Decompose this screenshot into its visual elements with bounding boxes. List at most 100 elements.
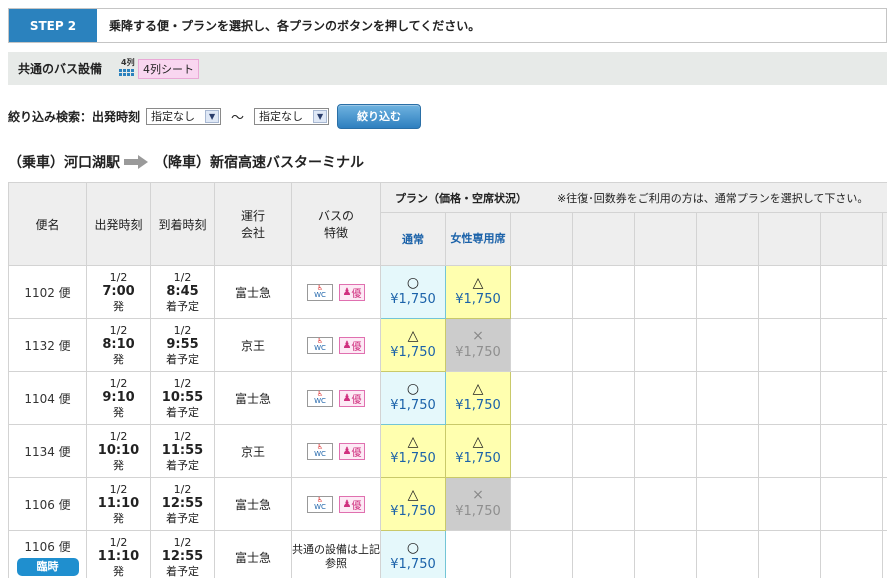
date: 1/2 (109, 483, 128, 496)
plan-normal-button[interactable]: △ ¥1,750 (380, 424, 446, 478)
time: 12:55 (161, 549, 204, 564)
table-row: 1104 便 1/2 9:10 発 1/2 10:55 着予定 富士急 ♿ WC ♟ 優 ○ ¥1,750… (8, 371, 887, 425)
availability-mark: △ (472, 434, 484, 450)
table-row: 1132 便 1/2 8:10 発 1/2 9:55 着予定 京王 ♿ WC ♟ 優 △ ¥1,750 × ¥… (8, 318, 887, 372)
accessible-toilet-icon: ♿ WC (307, 495, 333, 513)
date: 1/2 (173, 483, 192, 496)
price: ¥1,750 (390, 398, 436, 413)
price: ¥1,750 (390, 451, 436, 466)
company: 京王 (214, 318, 292, 372)
time: 11:10 (97, 496, 140, 511)
time: 11:10 (97, 549, 140, 564)
equipment-title: 共通のバス設備 (18, 62, 103, 76)
accessible-toilet-icon: ♿ WC (307, 389, 333, 407)
header-plan: プラン（価格・空席状況） ※往復･回数券をご利用の方は、通常プランを選択して下さい… (379, 182, 887, 213)
plan-female-button[interactable]: △ ¥1,750 (445, 371, 511, 425)
time-suffix: 着予定 (166, 565, 199, 578)
company: 富士急 (214, 265, 292, 319)
bin-name: 1104 便 (24, 391, 71, 406)
plan-normal-button[interactable]: ○ ¥1,750 (380, 265, 446, 319)
time-suffix: 発 (113, 459, 124, 472)
plan-female-button[interactable]: △ ¥1,750 (445, 265, 511, 319)
availability-mark: △ (472, 275, 484, 291)
common-equipment-bar: 共通のバス設備 4列 4列シート (8, 52, 887, 85)
time-suffix: 着予定 (166, 353, 199, 366)
plan-female-button[interactable]: △ ¥1,750 (445, 424, 511, 478)
date: 1/2 (173, 536, 192, 549)
availability-mark: △ (472, 381, 484, 397)
date: 1/2 (173, 324, 192, 337)
price: ¥1,750 (455, 345, 501, 360)
time: 10:10 (97, 443, 140, 458)
plan-note: ※往復･回数券をご利用の方は、通常プランを選択して下さい。 (557, 191, 869, 205)
plan-female-button: × ¥1,750 (445, 318, 511, 372)
filter-button[interactable]: 絞り込む (337, 103, 422, 129)
bin-name: 1134 便 (24, 444, 71, 459)
depart-to-select[interactable]: 指定なし ▼ (254, 107, 330, 125)
plan-female-button: × ¥1,750 (445, 477, 511, 531)
priority-seat-icon: ♟ 優 (339, 389, 365, 407)
time: 7:00 (102, 284, 135, 299)
header-depart: 出発時刻 (86, 182, 151, 266)
header-plan-normal: 通常 (380, 212, 446, 266)
accessible-toilet-icon: ♿ WC (307, 442, 333, 460)
accessible-toilet-icon: ♿ WC (307, 336, 333, 354)
features-note: 共通の設備は上記参照 (292, 543, 380, 570)
price: ¥1,750 (390, 557, 436, 572)
availability-mark: △ (407, 487, 419, 503)
table-row: 1102 便 1/2 7:00 発 1/2 8:45 着予定 富士急 ♿ WC ♟ 優 ○ ¥1,750 △… (8, 265, 887, 319)
temporary-badge: 臨時 (16, 558, 79, 576)
header-arrive: 到着時刻 (150, 182, 215, 266)
date: 1/2 (109, 324, 128, 337)
depart-from-select[interactable]: 指定なし ▼ (146, 107, 222, 125)
arrow-right-icon (124, 155, 150, 169)
availability-mark: △ (407, 434, 419, 450)
price: ¥1,750 (390, 292, 436, 307)
time: 10:55 (161, 390, 204, 405)
bin-name: 1106 便 (24, 540, 71, 554)
time-suffix: 発 (113, 565, 124, 578)
four-row-seat-icon: 4列 (118, 58, 136, 80)
time-suffix: 発 (113, 406, 124, 419)
route-heading: （乗車）河口湖駅 （降車）新宿高速バスターミナル (8, 152, 364, 172)
filter-row: 絞り込み検索：出発時刻 指定なし ▼ 〜 指定なし ▼ 絞り込む (8, 103, 422, 129)
company: 富士急 (214, 477, 292, 531)
plan-normal-button[interactable]: ○ ¥1,750 (380, 530, 446, 578)
plan-normal-button[interactable]: ○ ¥1,750 (380, 371, 446, 425)
timetable: 便名 出発時刻 到着時刻 運行 会社 バスの 特徴 プラン（価格・空席状況） ※往… (8, 182, 887, 578)
time-suffix: 着予定 (166, 300, 199, 313)
boarding-stop: （乗車）河口湖駅 (8, 155, 120, 171)
step-bar: STEP 2 乗降する便・プランを選択し、各プランのボタンを押してください。 (8, 8, 887, 43)
plan-normal-button[interactable]: △ ¥1,750 (380, 318, 446, 372)
date: 1/2 (109, 430, 128, 443)
header-bin: 便名 (8, 182, 87, 266)
filter-label: 絞り込み検索：出発時刻 (8, 109, 141, 124)
date: 1/2 (173, 271, 192, 284)
alighting-stop: （降車）新宿高速バスターミナル (154, 155, 364, 171)
step-label: STEP 2 (9, 9, 97, 42)
accessible-toilet-icon: ♿ WC (307, 283, 333, 301)
availability-mark: ○ (406, 275, 420, 291)
header-plan-female: 女性専用席 (445, 212, 511, 266)
header-company: 運行 会社 (214, 182, 292, 266)
company: 富士急 (214, 371, 292, 425)
time: 9:55 (166, 337, 199, 352)
date: 1/2 (173, 377, 192, 390)
company: 京王 (214, 424, 292, 478)
time-suffix: 発 (113, 353, 124, 366)
time: 9:10 (102, 390, 135, 405)
time-suffix: 発 (113, 512, 124, 525)
time: 11:55 (161, 443, 204, 458)
time-suffix: 着予定 (166, 512, 199, 525)
chevron-down-icon: ▼ (205, 109, 220, 123)
plan-normal-button[interactable]: △ ¥1,750 (380, 477, 446, 531)
availability-mark: ○ (406, 381, 420, 397)
company: 富士急 (214, 530, 292, 578)
price: ¥1,750 (390, 345, 436, 360)
priority-seat-icon: ♟ 優 (339, 283, 365, 301)
date: 1/2 (109, 536, 128, 549)
seat-type-tag: 4列シート (138, 58, 200, 79)
price: ¥1,750 (455, 292, 501, 307)
chevron-down-icon: ▼ (313, 109, 328, 123)
time-suffix: 着予定 (166, 459, 199, 472)
